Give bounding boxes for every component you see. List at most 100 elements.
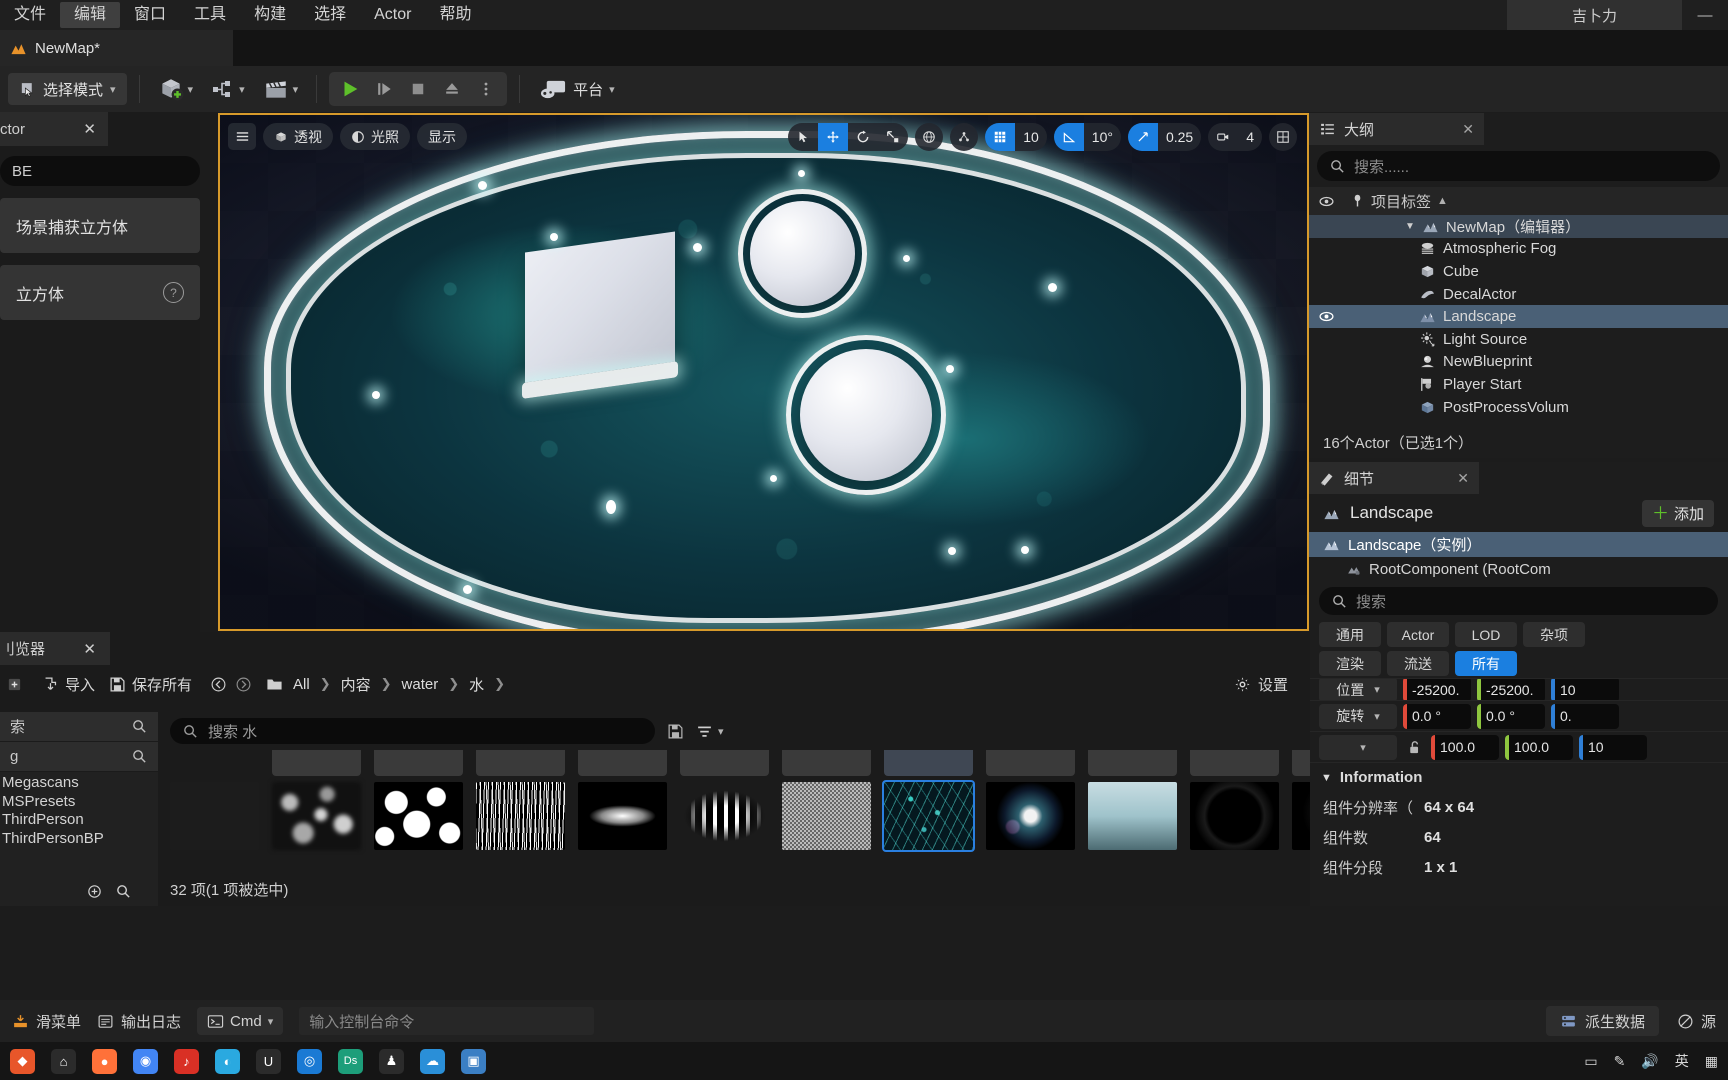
add-filter-icon[interactable] xyxy=(86,883,103,900)
add-actor-button[interactable]: ▾ xyxy=(152,73,200,105)
scale-snap-toggle[interactable] xyxy=(1127,123,1158,151)
place-actors-search-input[interactable]: BE xyxy=(0,156,200,186)
move-tool-button[interactable] xyxy=(818,123,849,151)
asset-tile[interactable] xyxy=(272,750,361,875)
level-viewport[interactable]: 透视 光照 显示 10 10° 0.25 4 xyxy=(218,113,1309,631)
content-drawer-button[interactable]: 滑菜单 xyxy=(12,1011,81,1032)
asset-tile-selected[interactable] xyxy=(882,750,975,875)
edge-icon[interactable]: ◎ xyxy=(297,1048,322,1074)
outliner-tab[interactable]: 大纲 ✕ xyxy=(1309,113,1484,145)
scale-label-dropdown[interactable]: ▾ xyxy=(1319,734,1397,760)
content-browser-settings-button[interactable]: 设置 xyxy=(1234,674,1288,695)
bell-icon[interactable]: ♟ xyxy=(379,1048,404,1074)
viewport-show-button[interactable]: 显示 xyxy=(417,123,467,150)
outliner-row-landscape[interactable]: Landscape xyxy=(1309,305,1728,328)
unreal-icon[interactable]: U xyxy=(256,1048,281,1074)
unlock-icon[interactable] xyxy=(1403,739,1425,756)
user-account-chip[interactable]: 吉卜力 xyxy=(1507,0,1682,30)
scale-x-field[interactable]: 100.0 xyxy=(1431,734,1499,760)
details-tab[interactable]: 细节 ✕ xyxy=(1309,462,1479,494)
scale-tool-button[interactable] xyxy=(878,123,908,151)
eject-button[interactable] xyxy=(437,75,467,103)
place-actor-cube[interactable]: 立方体 ? xyxy=(0,265,200,320)
sidebar-search-1[interactable]: 索 xyxy=(0,712,158,742)
menu-item-window[interactable]: 窗口 xyxy=(120,2,180,28)
menu-item-select[interactable]: 选择 xyxy=(300,2,360,28)
outliner-row-light-source[interactable]: Light Source xyxy=(1309,328,1728,351)
filter-dropdown-button[interactable]: ▾ xyxy=(696,723,724,740)
level-tab-newmap[interactable]: NewMap* xyxy=(0,30,233,66)
skip-button[interactable] xyxy=(369,75,399,103)
asset-search-input[interactable]: 搜索 水 xyxy=(170,718,655,744)
camera-speed-icon[interactable] xyxy=(1208,123,1238,151)
menu-item-tools[interactable]: 工具 xyxy=(180,2,240,28)
menu-item-build[interactable]: 构建 xyxy=(240,2,300,28)
close-icon[interactable]: ✕ xyxy=(1462,121,1474,138)
play-button[interactable] xyxy=(335,75,365,103)
play-more-button[interactable] xyxy=(471,75,501,103)
asset-tile[interactable] xyxy=(578,750,667,875)
chrome-icon[interactable]: ◉ xyxy=(133,1048,158,1074)
viewport-lit-button[interactable]: 光照 xyxy=(340,123,410,150)
breadcrumb-content[interactable]: 内容 xyxy=(341,674,371,695)
grid-snap-toggle[interactable] xyxy=(985,123,1016,151)
image-icon[interactable]: ▣ xyxy=(461,1048,486,1074)
asset-tile[interactable] xyxy=(1292,750,1310,875)
filter-misc[interactable]: 杂项 xyxy=(1523,622,1585,647)
rotation-label-dropdown[interactable]: 旋转 ▾ xyxy=(1319,703,1397,729)
details-instance-row[interactable]: Landscape（实例） xyxy=(1309,532,1728,557)
designer-icon[interactable]: Ds xyxy=(338,1048,363,1074)
rotate-tool-button[interactable] xyxy=(848,123,878,151)
output-log-button[interactable]: 输出日志 xyxy=(97,1011,181,1032)
angle-snap-value[interactable]: 10° xyxy=(1084,123,1121,151)
viewport-perspective-button[interactable]: 透视 xyxy=(263,123,333,150)
volume-icon[interactable]: 🔊 xyxy=(1641,1053,1658,1070)
scale-snap-value[interactable]: 0.25 xyxy=(1158,123,1201,151)
home-icon[interactable]: ⌂ xyxy=(51,1048,76,1074)
sidebar-item-thirdpersonbp[interactable]: ThirdPersonBP xyxy=(0,830,158,849)
close-icon[interactable]: ✕ xyxy=(1457,470,1469,487)
eye-icon[interactable] xyxy=(1309,193,1343,210)
outliner-row-decalactor[interactable]: DecalActor xyxy=(1309,283,1728,306)
sidebar-item-megascans[interactable]: Megascans xyxy=(0,774,158,793)
asset-tile[interactable] xyxy=(476,750,565,875)
sidebar-search-2[interactable]: g xyxy=(0,742,158,772)
location-y-field[interactable]: -25200. xyxy=(1477,679,1545,700)
music-icon[interactable]: ♪ xyxy=(174,1048,199,1074)
water-icon[interactable]: ◐ xyxy=(215,1048,240,1074)
details-search-input[interactable]: 搜索 xyxy=(1319,587,1718,615)
editor-mode-selector[interactable]: 选择模式 ▾ xyxy=(8,73,127,105)
derived-data-button[interactable]: 派生数据 xyxy=(1545,1006,1659,1036)
information-section-header[interactable]: ▼ Information xyxy=(1309,762,1728,792)
chevron-down-icon[interactable]: ▼ xyxy=(1405,221,1415,232)
world-space-button[interactable] xyxy=(915,123,944,151)
eye-icon[interactable] xyxy=(1309,308,1343,325)
cinematics-button[interactable]: ▾ xyxy=(257,73,305,105)
filter-lod[interactable]: LOD xyxy=(1455,622,1517,647)
screen-icon[interactable]: ▭ xyxy=(1584,1053,1597,1070)
asset-tile[interactable]: _normal xyxy=(782,750,871,875)
asset-tile[interactable] xyxy=(1088,750,1177,875)
outliner-row-cube[interactable]: Cube xyxy=(1309,260,1728,283)
rotation-x-field[interactable]: 0.0 ° xyxy=(1403,703,1471,729)
start-icon[interactable]: ◆ xyxy=(10,1048,35,1074)
import-button[interactable]: 导入 xyxy=(42,674,95,695)
camera-speed-value[interactable]: 4 xyxy=(1238,123,1262,151)
menu-item-help[interactable]: 帮助 xyxy=(425,2,485,28)
cloud-icon[interactable]: ☁ xyxy=(420,1048,445,1074)
angle-snap-toggle[interactable] xyxy=(1053,123,1084,151)
console-command-input[interactable]: 输入控制台命令 xyxy=(299,1007,595,1035)
location-x-field[interactable]: -25200. xyxy=(1403,679,1471,700)
content-browser-tab[interactable]: 刂览器 ✕ xyxy=(0,632,110,665)
forward-icon[interactable] xyxy=(235,676,252,693)
minimize-button[interactable]: — xyxy=(1682,0,1728,30)
viewport-layout-button[interactable] xyxy=(1269,123,1297,151)
outliner-search-input[interactable]: 搜索...... xyxy=(1317,151,1720,181)
surface-snap-button[interactable] xyxy=(950,123,979,151)
outliner-row-newblueprint[interactable]: NewBlueprint xyxy=(1309,351,1728,374)
scale-z-field[interactable]: 10 xyxy=(1579,734,1647,760)
outliner-row-newmap[interactable]: ▼ NewMap（编辑器） xyxy=(1309,215,1728,238)
asset-tile[interactable] xyxy=(1190,750,1279,875)
rotation-y-field[interactable]: 0.0 ° xyxy=(1477,703,1545,729)
close-icon[interactable]: ✕ xyxy=(83,120,96,138)
